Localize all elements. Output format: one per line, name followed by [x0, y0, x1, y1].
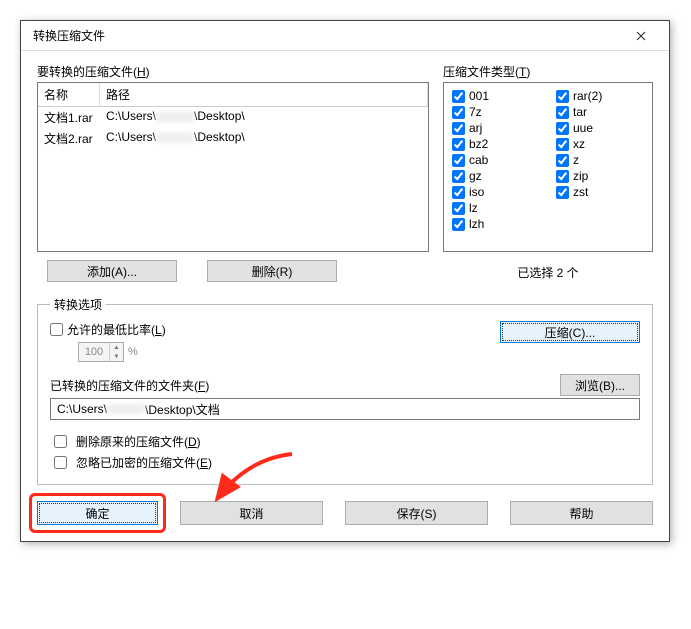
help-button[interactable]: 帮助 — [510, 501, 653, 525]
folder-input[interactable]: C:\Users\\Desktop\文档 — [50, 398, 640, 420]
titlebar: 转换压缩文件 — [21, 21, 669, 51]
type-input[interactable] — [452, 154, 465, 167]
file-name: 文档1.rar — [38, 107, 100, 128]
type-input[interactable] — [556, 106, 569, 119]
type-input[interactable] — [452, 90, 465, 103]
save-button[interactable]: 保存(S) — [345, 501, 488, 525]
type-input[interactable] — [556, 138, 569, 151]
redacted-text — [156, 133, 194, 143]
type-label: rar(2) — [573, 89, 602, 103]
type-checkbox-7z[interactable]: 7z — [452, 105, 540, 119]
files-listbox[interactable]: 名称 路径 文档1.rarC:\Users\\Desktop\文档2.rarC:… — [37, 82, 429, 252]
type-input[interactable] — [452, 122, 465, 135]
convert-archives-dialog: 转换压缩文件 要转换的压缩文件(H) 名称 路径 文档1.rarC:\Users… — [20, 20, 670, 542]
type-label: zip — [573, 169, 588, 183]
remove-button[interactable]: 删除(R) — [207, 260, 337, 282]
ratio-value: 100 — [79, 343, 109, 361]
type-input[interactable] — [556, 186, 569, 199]
file-path: C:\Users\\Desktop\ — [100, 107, 428, 128]
ratio-pct: % — [128, 346, 138, 358]
file-row[interactable]: 文档2.rarC:\Users\\Desktop\ — [38, 128, 428, 149]
type-checkbox-rar2[interactable]: rar(2) — [556, 89, 644, 103]
type-label: uue — [573, 121, 593, 135]
type-input[interactable] — [452, 138, 465, 151]
type-label: lzh — [469, 217, 484, 231]
type-label: lz — [469, 201, 478, 215]
type-input[interactable] — [452, 106, 465, 119]
ok-button[interactable]: 确定 — [37, 501, 158, 525]
folder-label: 已转换的压缩文件的文件夹(F) — [50, 377, 209, 394]
dialog-title: 转换压缩文件 — [33, 27, 105, 44]
col-header-name[interactable]: 名称 — [38, 83, 100, 106]
type-label: gz — [469, 169, 482, 183]
ratio-spinner[interactable]: 100 ▲ ▼ — [78, 342, 124, 362]
spinner-up-icon[interactable]: ▲ — [110, 343, 123, 352]
file-path: C:\Users\\Desktop\ — [100, 128, 428, 149]
options-fieldset: 转换选项 允许的最低比率(L) 100 ▲ ▼ — [37, 296, 653, 485]
type-checkbox-001[interactable]: 001 — [452, 89, 540, 103]
type-checkbox-uue[interactable]: uue — [556, 121, 644, 135]
type-input[interactable] — [452, 218, 465, 231]
type-checkbox-lzh[interactable]: lzh — [452, 217, 540, 231]
type-input[interactable] — [452, 170, 465, 183]
min-ratio-input[interactable] — [50, 323, 63, 336]
type-label: xz — [573, 137, 585, 151]
close-button[interactable] — [621, 22, 661, 50]
files-listbox-header: 名称 路径 — [38, 83, 428, 107]
type-checkbox-zst[interactable]: zst — [556, 185, 644, 199]
skip-encrypted-checkbox[interactable]: 忽略已加密的压缩文件(E) — [50, 453, 640, 472]
type-label: tar — [573, 105, 587, 119]
types-label: 压缩文件类型(T) — [443, 63, 653, 80]
files-label: 要转换的压缩文件(H) — [37, 63, 429, 80]
min-ratio-checkbox[interactable]: 允许的最低比率(L) — [50, 321, 166, 338]
file-row[interactable]: 文档1.rarC:\Users\\Desktop\ — [38, 107, 428, 128]
type-input[interactable] — [556, 90, 569, 103]
type-input[interactable] — [556, 170, 569, 183]
type-checkbox-xz[interactable]: xz — [556, 137, 644, 151]
type-checkbox-lz[interactable]: lz — [452, 201, 540, 215]
col-header-path[interactable]: 路径 — [100, 83, 428, 106]
type-checkbox-tar[interactable]: tar — [556, 105, 644, 119]
selected-count: 已选择 2 个 — [443, 264, 653, 281]
type-label: cab — [469, 153, 488, 167]
type-input[interactable] — [556, 122, 569, 135]
type-label: arj — [469, 121, 482, 135]
type-label: bz2 — [469, 137, 488, 151]
type-checkbox-iso[interactable]: iso — [452, 185, 540, 199]
type-label: 001 — [469, 89, 489, 103]
spinner-down-icon[interactable]: ▼ — [110, 352, 123, 361]
options-legend: 转换选项 — [50, 296, 106, 313]
cancel-button[interactable]: 取消 — [180, 501, 323, 525]
redacted-text — [156, 112, 194, 122]
delete-original-checkbox[interactable]: 删除原来的压缩文件(D) — [50, 432, 640, 451]
type-checkbox-zip[interactable]: zip — [556, 169, 644, 183]
add-button[interactable]: 添加(A)... — [47, 260, 177, 282]
type-checkbox-z[interactable]: z — [556, 153, 644, 167]
compress-button[interactable]: 压缩(C)... — [500, 321, 640, 343]
types-box: 001 7z arj bz2 cab gz iso lz lzh rar(2) tar uue xz z… — [443, 82, 653, 252]
type-checkbox-bz2[interactable]: bz2 — [452, 137, 540, 151]
browse-button[interactable]: 浏览(B)... — [560, 374, 640, 396]
type-input[interactable] — [452, 186, 465, 199]
type-input[interactable] — [452, 202, 465, 215]
type-label: 7z — [469, 105, 482, 119]
delete-original-input[interactable] — [54, 435, 67, 448]
type-input[interactable] — [556, 154, 569, 167]
type-checkbox-arj[interactable]: arj — [452, 121, 540, 135]
redacted-text — [107, 404, 145, 414]
skip-encrypted-input[interactable] — [54, 456, 67, 469]
close-icon — [636, 31, 646, 41]
type-checkbox-gz[interactable]: gz — [452, 169, 540, 183]
type-label: iso — [469, 185, 484, 199]
file-name: 文档2.rar — [38, 128, 100, 149]
type-label: zst — [573, 185, 588, 199]
type-checkbox-cab[interactable]: cab — [452, 153, 540, 167]
type-label: z — [573, 153, 579, 167]
